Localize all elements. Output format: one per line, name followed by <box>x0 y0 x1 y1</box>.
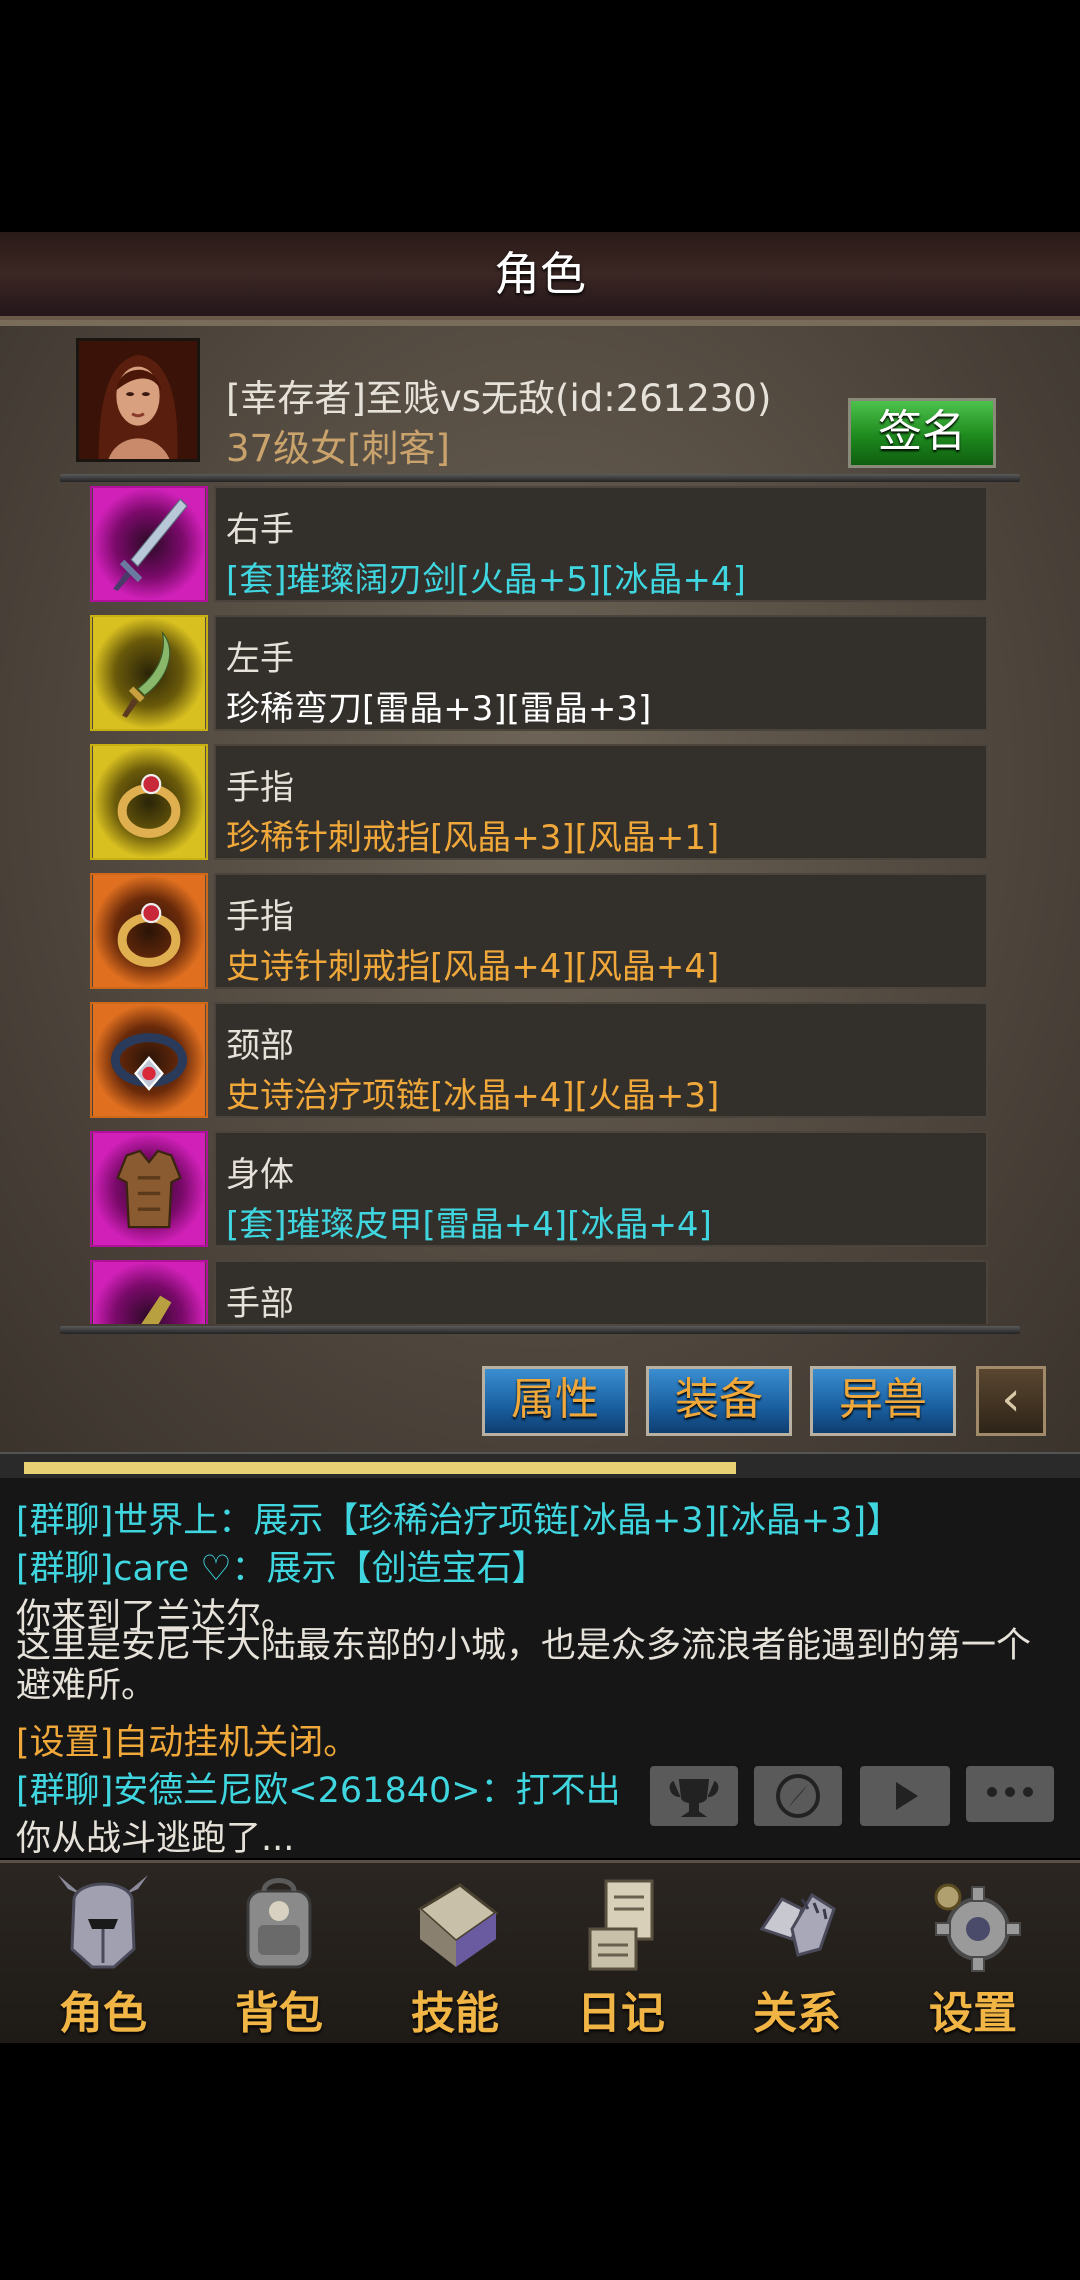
equipment-list[interactable]: 右手 [套]璀璨阔刃剑[火晶+5][冰晶+4] 左手 珍稀弯刀[雷晶+3][雷晶… <box>88 484 988 1324</box>
slot-label: 右手 <box>226 510 294 550</box>
equipment-slot-hands[interactable]: 手部 <box>88 1258 988 1324</box>
nav-label: 日记 <box>577 1988 665 2039</box>
slot-info: 手指 史诗针刺戒指[风晶+4][风晶+4] <box>214 873 988 989</box>
equipment-slot-right-hand[interactable]: 右手 [套]璀璨阔刃剑[火晶+5][冰晶+4] <box>88 484 988 604</box>
armor-icon <box>90 1131 208 1247</box>
nav-item-relations[interactable]: 关系 <box>722 1869 872 2039</box>
compass-icon[interactable] <box>754 1766 842 1826</box>
item-name: 史诗治疗项链[冰晶+4][火晶+3] <box>226 1076 720 1116</box>
nav-label: 设置 <box>929 1988 1017 2039</box>
title-bar: 角色 <box>0 232 1080 320</box>
nav-item-backpack[interactable]: 背包 <box>204 1869 354 2039</box>
skill-book-icon <box>417 1883 499 1967</box>
slot-label: 手指 <box>226 768 294 808</box>
slot-info: 颈部 史诗治疗项链[冰晶+4][火晶+3] <box>214 1002 988 1118</box>
tab-beast[interactable]: 异兽 <box>810 1366 956 1436</box>
tab-attributes[interactable]: 属性 <box>482 1366 628 1436</box>
gauntlet-icon <box>759 1892 836 1957</box>
necklace-icon <box>90 1002 208 1118</box>
play-icon[interactable] <box>860 1766 950 1826</box>
equipment-slot-finger-1[interactable]: 手指 珍稀针刺戒指[风晶+3][风晶+1] <box>88 742 988 862</box>
divider <box>60 474 1020 482</box>
nav-label: 角色 <box>59 1988 147 2039</box>
chat-line: 你从战斗逃跑了... <box>16 1819 295 1858</box>
slot-label: 手指 <box>226 897 294 937</box>
nav-label: 背包 <box>235 1988 323 2039</box>
equipment-slot-body[interactable]: 身体 [套]璀璨皮甲[雷晶+4][冰晶+4] <box>88 1129 988 1249</box>
slot-label: 颈部 <box>226 1026 294 1066</box>
ring-icon <box>90 873 208 989</box>
nav-label: 关系 <box>753 1988 841 2039</box>
slot-info: 左手 珍稀弯刀[雷晶+3][雷晶+3] <box>214 615 988 731</box>
equipment-slot-neck[interactable]: 颈部 史诗治疗项链[冰晶+4][火晶+3] <box>88 1000 988 1120</box>
nav-item-skills[interactable]: 技能 <box>380 1869 530 2039</box>
helmet-icon <box>58 1875 148 1969</box>
divider <box>60 1326 1020 1334</box>
player-name: [幸存者]至贱vs无敌(id:261230) <box>226 377 772 420</box>
gear-icon <box>934 1883 1021 1972</box>
chat-bubble-icon[interactable] <box>966 1766 1054 1822</box>
sign-button[interactable]: 签名 <box>848 398 996 468</box>
item-name: 珍稀弯刀[雷晶+3][雷晶+3] <box>226 689 652 729</box>
nav-item-diary[interactable]: 日记 <box>546 1869 696 2039</box>
avatar[interactable] <box>76 338 200 462</box>
collapse-button[interactable]: ‹ <box>976 1366 1046 1436</box>
equipment-slot-finger-2[interactable]: 手指 史诗针刺戒指[风晶+4][风晶+4] <box>88 871 988 991</box>
scimitar-icon <box>90 615 208 731</box>
item-name: [套]璀璨皮甲[雷晶+4][冰晶+4] <box>226 1205 712 1245</box>
nav-label: 技能 <box>411 1988 499 2039</box>
backpack-icon <box>246 1878 312 1969</box>
item-name: 珍稀针刺戒指[风晶+3][风晶+1] <box>226 818 720 858</box>
slot-label: 手部 <box>226 1284 294 1324</box>
scroll-icon <box>588 1879 654 1971</box>
glove-icon <box>90 1260 208 1324</box>
sword-icon <box>90 486 208 602</box>
item-name: [套]璀璨阔刃剑[火晶+5][冰晶+4] <box>226 560 746 600</box>
ring-icon <box>90 744 208 860</box>
chat-line: [群聊]安德兰尼欧<261840>：打不出 <box>16 1771 621 1811</box>
slot-info: 手指 珍稀针刺戒指[风晶+3][风晶+1] <box>214 744 988 860</box>
slot-label: 身体 <box>226 1155 294 1195</box>
item-name: 史诗针刺戒指[风晶+4][风晶+4] <box>226 947 720 987</box>
experience-fill <box>24 1462 736 1474</box>
slot-info: 身体 [套]璀璨皮甲[雷晶+4][冰晶+4] <box>214 1131 988 1247</box>
chat-line: [群聊]care ♡：展示【创造宝石】 <box>16 1549 547 1589</box>
tab-equipment[interactable]: 装备 <box>646 1366 792 1436</box>
chat-line: [群聊]世界上：展示【珍稀治疗项链[冰晶+3][冰晶+3]】 <box>16 1501 902 1541</box>
slot-info: 手部 <box>214 1260 988 1324</box>
chat-line: 这里是安尼卡大陆最东部的小城，也是众多流浪者能遇到的第一个避难所。 <box>16 1626 1032 1706</box>
slot-label: 左手 <box>226 639 294 679</box>
chat-line: [设置]自动挂机关闭。 <box>16 1723 359 1763</box>
nav-item-settings[interactable]: 设置 <box>898 1869 1048 2039</box>
chevron-left-icon: ‹ <box>1001 1371 1021 1427</box>
player-level-class: 37级女[刺客] <box>226 427 450 470</box>
experience-bar <box>0 1452 1080 1480</box>
slot-info: 右手 [套]璀璨阔刃剑[火晶+5][冰晶+4] <box>214 486 988 602</box>
trophy-icon[interactable] <box>650 1766 738 1826</box>
equipment-slot-left-hand[interactable]: 左手 珍稀弯刀[雷晶+3][雷晶+3] <box>88 613 988 733</box>
page-title: 角色 <box>494 247 586 301</box>
bottom-nav: 角色 背包 技能 日记 关系 设置 <box>0 1860 1080 2043</box>
nav-item-character[interactable]: 角色 <box>28 1869 178 2039</box>
